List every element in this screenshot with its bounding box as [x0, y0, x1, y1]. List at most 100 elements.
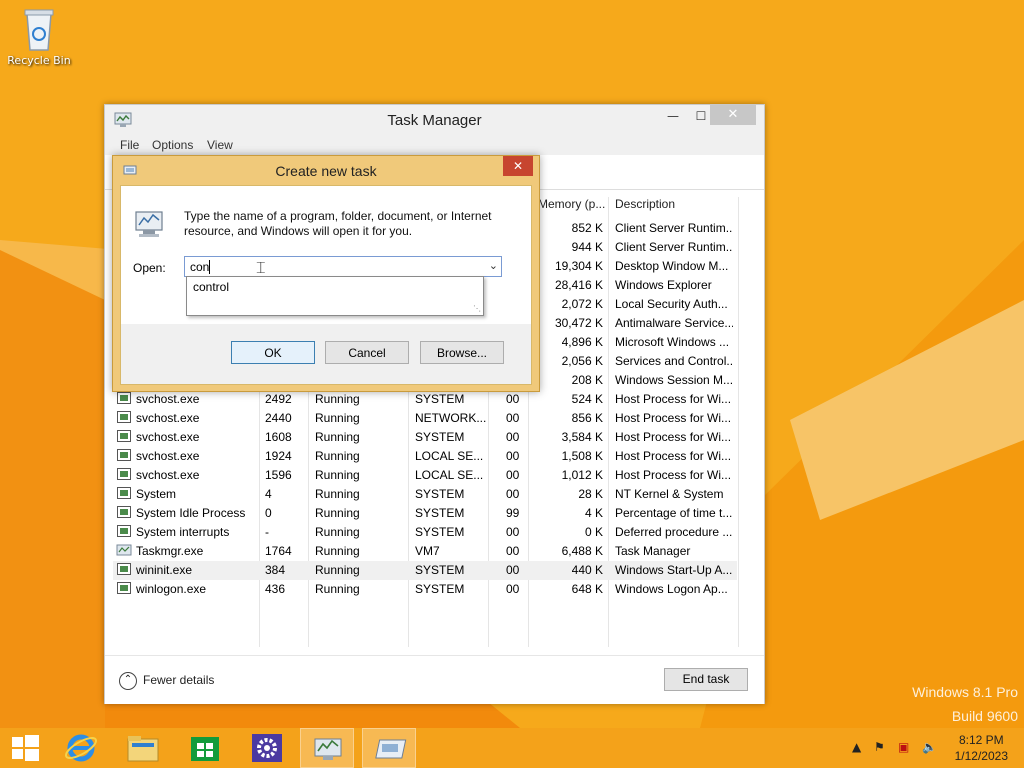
table-row[interactable]: svchost.exe 2440 Running NETWORK... 00 856 K H…	[113, 409, 737, 428]
cell-status: Running	[315, 449, 360, 463]
start-icon	[12, 735, 39, 761]
table-row[interactable]: winlogon.exe 436 Running SYSTEM 00 648 K Windo…	[113, 580, 737, 599]
run-program-icon	[135, 211, 163, 237]
fewer-details-toggle[interactable]: ⌃ Fewer details	[119, 672, 214, 690]
dialog-close-button[interactable]: ✕	[503, 156, 533, 176]
ok-button[interactable]: OK	[231, 341, 315, 364]
cell-user: SYSTEM	[415, 525, 465, 539]
table-row[interactable]: svchost.exe 1924 Running LOCAL SE... 00 1,508…	[113, 447, 737, 466]
process-icon	[117, 449, 131, 461]
open-combobox[interactable]: con ⌄	[184, 256, 502, 277]
cell-pid: 1596	[265, 468, 292, 482]
cell-pid: 2492	[265, 392, 292, 406]
autocomplete-item[interactable]: control	[193, 280, 229, 294]
file-explorer-icon	[127, 736, 159, 762]
end-task-button[interactable]: End task	[664, 668, 748, 691]
task-manager-icon	[314, 738, 342, 760]
cell-description: Host Process for Wi...	[615, 392, 732, 406]
cell-description: Windows Session M...	[615, 373, 733, 387]
table-row-selected[interactable]: wininit.exe 384 Running SYSTEM 00 440 K Window…	[113, 561, 737, 580]
volume-muted-icon[interactable]: 🔈	[922, 740, 937, 754]
cell-cpu: 99	[506, 506, 520, 520]
open-label: Open:	[133, 261, 166, 275]
process-icon	[117, 411, 131, 423]
menu-options[interactable]: Options	[152, 138, 193, 152]
taskbar-run-dialog[interactable]	[362, 728, 416, 768]
system-clock[interactable]: 8:12 PM 1/12/2023	[955, 732, 1008, 764]
cell-status: Running	[315, 506, 360, 520]
cell-description: Microsoft Windows ...	[615, 335, 730, 349]
run-dialog-icon	[375, 739, 407, 759]
recycle-bin-label: Recycle Bin	[7, 54, 71, 67]
taskbar: ▲ ⚑ ▣ 🔈 8:12 PM 1/12/2023	[0, 728, 1024, 768]
cell-memory: 944 K	[571, 240, 603, 254]
browse-button[interactable]: Browse...	[420, 341, 504, 364]
action-center-flag-icon[interactable]: ⚑	[874, 740, 885, 754]
cell-cpu: 00	[506, 430, 520, 444]
cell-memory: 2,056 K	[561, 354, 603, 368]
cell-user: SYSTEM	[415, 582, 465, 596]
process-icon	[117, 430, 131, 442]
table-row[interactable]: svchost.exe 1608 Running SYSTEM 00 3,584 K Hos…	[113, 428, 737, 447]
network-icon[interactable]: ▣	[898, 740, 909, 754]
cell-description: Windows Explorer	[615, 278, 712, 292]
table-row[interactable]: System Idle Process 0 Running SYSTEM 99 4 K Pe…	[113, 504, 737, 523]
cell-pid: -	[265, 525, 269, 539]
table-row[interactable]: System 4 Running SYSTEM 00 28 K NT Kernel & Sy…	[113, 485, 737, 504]
cell-description: Host Process for Wi...	[615, 411, 732, 425]
process-icon	[117, 506, 131, 518]
table-row[interactable]: svchost.exe 2492 Running SYSTEM 00 524 K Host …	[113, 390, 737, 409]
cell-cpu: 00	[506, 468, 520, 482]
resize-grip-icon[interactable]: ⋱	[473, 305, 481, 313]
start-button[interactable]	[0, 728, 54, 768]
process-icon	[117, 392, 131, 404]
cell-status: Running	[315, 468, 360, 482]
menu-file[interactable]: File	[120, 138, 139, 152]
cell-status: Running	[315, 525, 360, 539]
cell-memory: 2,072 K	[561, 297, 603, 311]
cell-memory: 648 K	[571, 582, 603, 596]
taskbar-task-manager[interactable]	[300, 728, 354, 768]
cell-cpu: 00	[506, 392, 520, 406]
process-icon	[117, 468, 131, 480]
column-description[interactable]: Description	[615, 197, 675, 217]
cell-description: Local Security Auth...	[615, 297, 728, 311]
cell-status: Running	[315, 582, 360, 596]
close-button[interactable]: ✕	[710, 105, 756, 125]
taskbar-store[interactable]	[178, 728, 232, 768]
taskbar-settings[interactable]	[240, 728, 294, 768]
cell-cpu: 00	[506, 487, 520, 501]
cell-status: Running	[315, 487, 360, 501]
cell-description: Percentage of time t...	[615, 506, 733, 520]
recycle-bin-shortcut[interactable]: Recycle Bin	[6, 6, 72, 67]
table-row[interactable]: Taskmgr.exe 1764 Running VM7 00 6,488 K Task M…	[113, 542, 737, 561]
cell-memory: 6,488 K	[561, 544, 603, 558]
task-manager-titlebar[interactable]: Task Manager — ☐ ✕	[105, 105, 764, 135]
cell-description: NT Kernel & System	[615, 487, 724, 501]
cell-status: Running	[315, 544, 360, 558]
table-row[interactable]: svchost.exe 1596 Running LOCAL SE... 00 1,012…	[113, 466, 737, 485]
cell-memory: 1,508 K	[561, 449, 603, 463]
column-memory[interactable]: Memory (p...	[538, 197, 605, 217]
taskbar-file-explorer[interactable]	[116, 728, 170, 768]
cell-description: Windows Start-Up A...	[615, 563, 733, 577]
taskbar-internet-explorer[interactable]	[54, 728, 108, 768]
cell-memory: 0 K	[584, 525, 603, 539]
cell-memory: 524 K	[571, 392, 603, 406]
cell-memory: 208 K	[571, 373, 603, 387]
cell-pid: 384	[265, 563, 286, 577]
minimize-button[interactable]: —	[659, 105, 687, 127]
open-input[interactable]: con	[190, 260, 209, 274]
chevron-down-icon[interactable]: ⌄	[489, 259, 498, 272]
cell-memory: 3,584 K	[561, 430, 603, 444]
text-caret	[209, 260, 210, 274]
cell-status: Running	[315, 411, 360, 425]
menu-view[interactable]: View	[207, 138, 233, 152]
dialog-title: Create new task	[275, 163, 377, 179]
cell-name: svchost.exe	[136, 430, 200, 444]
fewer-details-label: Fewer details	[143, 673, 215, 688]
cell-description: Host Process for Wi...	[615, 468, 732, 482]
cancel-button[interactable]: Cancel	[325, 341, 409, 364]
show-hidden-icons-chevron-icon[interactable]: ▲	[852, 740, 861, 754]
table-row[interactable]: System interrupts - Running SYSTEM 00 0 K Defe…	[113, 523, 737, 542]
